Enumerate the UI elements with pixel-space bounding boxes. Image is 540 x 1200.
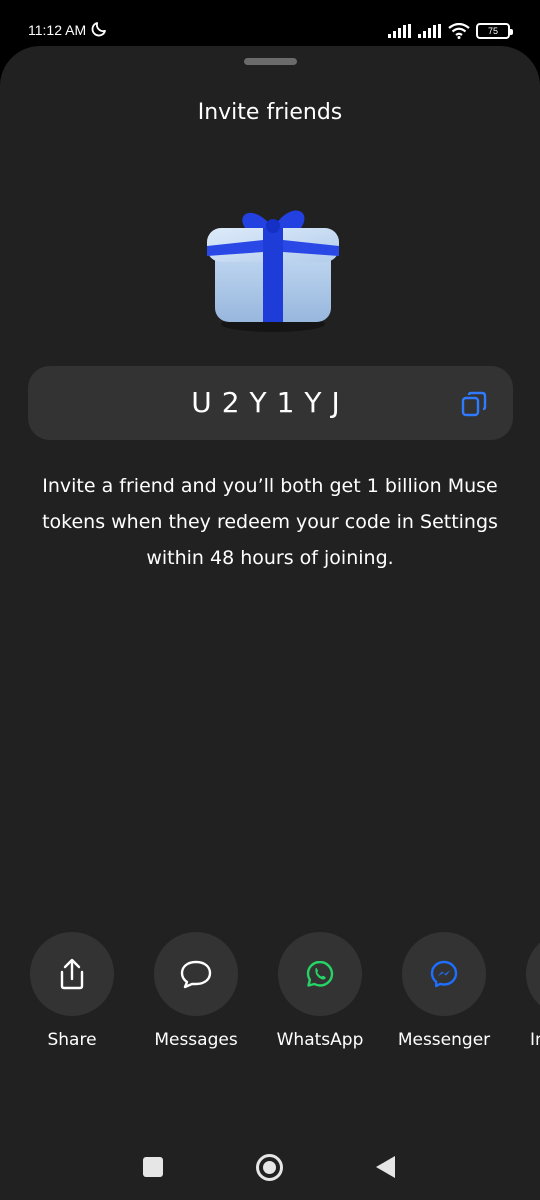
status-time: 11:12 AM xyxy=(28,22,87,38)
recents-button[interactable] xyxy=(143,1157,163,1177)
share-option-share[interactable]: Share xyxy=(10,932,134,1050)
invite-description: Invite a friend and you’ll both get 1 bi… xyxy=(42,475,498,569)
share-option-messenger[interactable]: Messenger xyxy=(382,932,506,1050)
messages-button[interactable] xyxy=(154,932,238,1016)
chat-bubble-icon xyxy=(180,960,212,989)
share-option-more[interactable]: In xyxy=(506,932,540,1050)
system-nav-bar xyxy=(0,1130,540,1200)
more-share-button[interactable] xyxy=(526,932,540,1016)
home-button[interactable] xyxy=(256,1154,283,1181)
whatsapp-button[interactable] xyxy=(278,932,362,1016)
messenger-label: Messenger xyxy=(397,1030,491,1050)
more-share-label: In xyxy=(530,1030,540,1050)
share-icon xyxy=(60,958,84,990)
whatsapp-label: WhatsApp xyxy=(276,1030,364,1050)
invite-code: U2Y1YJ xyxy=(191,386,350,419)
copy-icon[interactable] xyxy=(460,390,488,418)
status-icons: 75 xyxy=(388,21,513,41)
share-option-messages[interactable]: Messages xyxy=(134,932,258,1050)
invite-code-box: U2Y1YJ xyxy=(28,366,513,440)
battery-level: 75 xyxy=(487,26,498,36)
share-label: Share xyxy=(47,1030,97,1050)
wifi-icon xyxy=(448,23,470,39)
sheet-title: Invite friends xyxy=(197,100,343,125)
moon-icon xyxy=(91,22,106,37)
messenger-icon xyxy=(430,960,458,988)
drag-handle[interactable] xyxy=(244,58,297,65)
battery-icon: 75 xyxy=(476,23,513,39)
back-button[interactable] xyxy=(376,1156,395,1178)
share-option-whatsapp[interactable]: WhatsApp xyxy=(258,932,382,1050)
gift-icon xyxy=(207,210,339,332)
messages-label: Messages xyxy=(154,1030,238,1050)
messenger-button[interactable] xyxy=(402,932,486,1016)
signal-icon-2 xyxy=(418,24,441,38)
share-options-row: Share Messages WhatsApp Messenger I xyxy=(0,932,540,1092)
whatsapp-icon xyxy=(306,960,334,987)
share-button[interactable] xyxy=(30,932,114,1016)
signal-icon xyxy=(388,24,411,38)
